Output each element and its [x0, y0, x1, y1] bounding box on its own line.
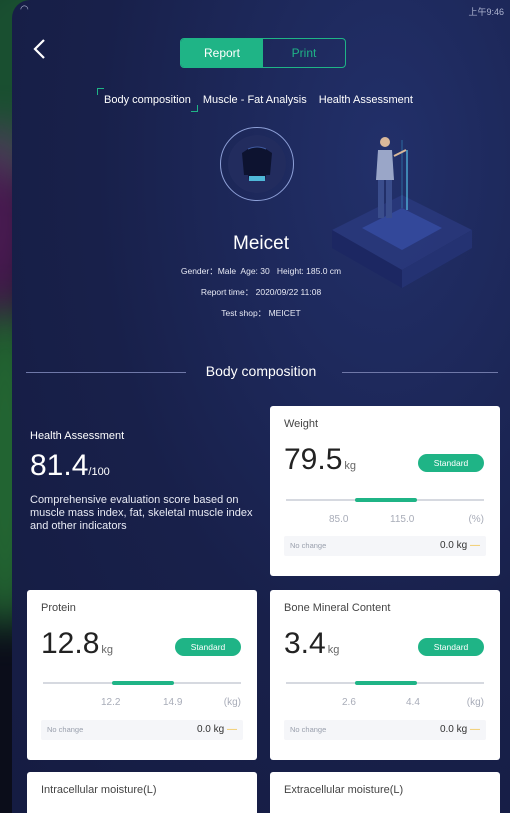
report-screen: ◠ 上午9:46 Report Print Body composition M…: [12, 0, 510, 813]
range-low: 85.0: [329, 514, 349, 525]
change-row: No change 0.0 kg —: [41, 720, 243, 740]
range-high: 14.9: [163, 697, 183, 708]
section-divider: [342, 372, 498, 373]
status-badge: Standard: [175, 638, 241, 656]
avatar: [220, 127, 294, 201]
status-badge: Standard: [418, 638, 484, 656]
report-print-toggle: Report Print: [180, 38, 346, 68]
report-tab-button[interactable]: Report: [181, 39, 263, 67]
profile-basic-info: Gender：Male Age: 30 Height: 185.0 cm: [180, 266, 342, 276]
intracellular-moisture-card[interactable]: Intracellular moisture(L): [27, 772, 257, 813]
body-silhouette-icon: [242, 146, 272, 181]
tab-body-composition[interactable]: Body composition: [97, 88, 198, 112]
weight-card[interactable]: Weight 79.5 kg Standard 85.0 115.0 (%) No…: [270, 406, 500, 576]
dash-icon: —: [470, 540, 480, 551]
change-label: No change: [290, 725, 327, 734]
dash-icon: —: [470, 724, 480, 735]
card-title: Protein: [41, 602, 76, 614]
range-unit: (kg): [223, 697, 241, 708]
card-title: Bone Mineral Content: [284, 602, 391, 614]
range-unit: (kg): [466, 697, 484, 708]
range-high: 115.0: [390, 514, 415, 525]
status-time: 上午9:46: [468, 7, 504, 17]
range-low: 12.2: [101, 697, 121, 708]
card-title: Intracellular moisture(L): [41, 784, 157, 796]
range-low: 2.6: [342, 697, 356, 708]
bone-mineral-card[interactable]: Bone Mineral Content 3.4 kg Standard 2.6 …: [270, 590, 500, 760]
health-assessment-panel: Health Assessment 81.4/100 Comprehensive…: [30, 430, 260, 533]
extracellular-moisture-card[interactable]: Extracellular moisture(L): [270, 772, 500, 813]
range-unit: (%): [468, 514, 484, 525]
health-description: Comprehensive evaluation score based on …: [30, 494, 253, 532]
health-score: 81.4/100: [30, 449, 110, 482]
user-name: Meicet: [233, 233, 289, 254]
change-value: 0.0 kg —: [196, 724, 237, 735]
back-button[interactable]: [32, 38, 56, 60]
status-badge: Standard: [418, 454, 484, 472]
change-value: 0.0 kg —: [439, 724, 480, 735]
section-title: Body composition: [205, 363, 317, 379]
card-title: Extracellular moisture(L): [284, 784, 404, 796]
test-shop: Test shop： MEICET: [221, 308, 301, 318]
protein-card[interactable]: Protein 12.8 kg Standard 12.2 14.9 (kg) N…: [27, 590, 257, 760]
card-title: Weight: [284, 418, 319, 430]
card-value: 12.8 kg: [41, 627, 114, 660]
print-tab-button[interactable]: Print: [263, 39, 345, 67]
change-value: 0.0 kg —: [439, 540, 480, 551]
change-label: No change: [290, 541, 327, 550]
chevron-left-icon: [33, 39, 45, 59]
dash-icon: —: [227, 724, 237, 735]
range-bar: [286, 498, 484, 502]
tab-health-assessment[interactable]: Health Assessment: [313, 92, 419, 109]
report-time: Report time： 2020/09/22 11:08: [200, 287, 322, 297]
range-high: 4.4: [406, 697, 420, 708]
card-value: 3.4 kg: [284, 627, 340, 660]
health-label: Health Assessment: [30, 430, 125, 442]
change-label: No change: [47, 725, 84, 734]
change-row: No change 0.0 kg —: [284, 536, 486, 556]
status-bar: ◠ 上午9:46: [12, 0, 510, 20]
range-bar: [286, 681, 484, 685]
report-tabs: Body composition Muscle - Fat Analysis H…: [97, 88, 419, 112]
tab-muscle-fat-analysis[interactable]: Muscle - Fat Analysis: [197, 92, 313, 109]
range-bar: [43, 681, 241, 685]
change-row: No change 0.0 kg —: [284, 720, 486, 740]
wifi-icon: ◠: [20, 4, 29, 15]
card-value: 79.5 kg: [284, 443, 357, 476]
